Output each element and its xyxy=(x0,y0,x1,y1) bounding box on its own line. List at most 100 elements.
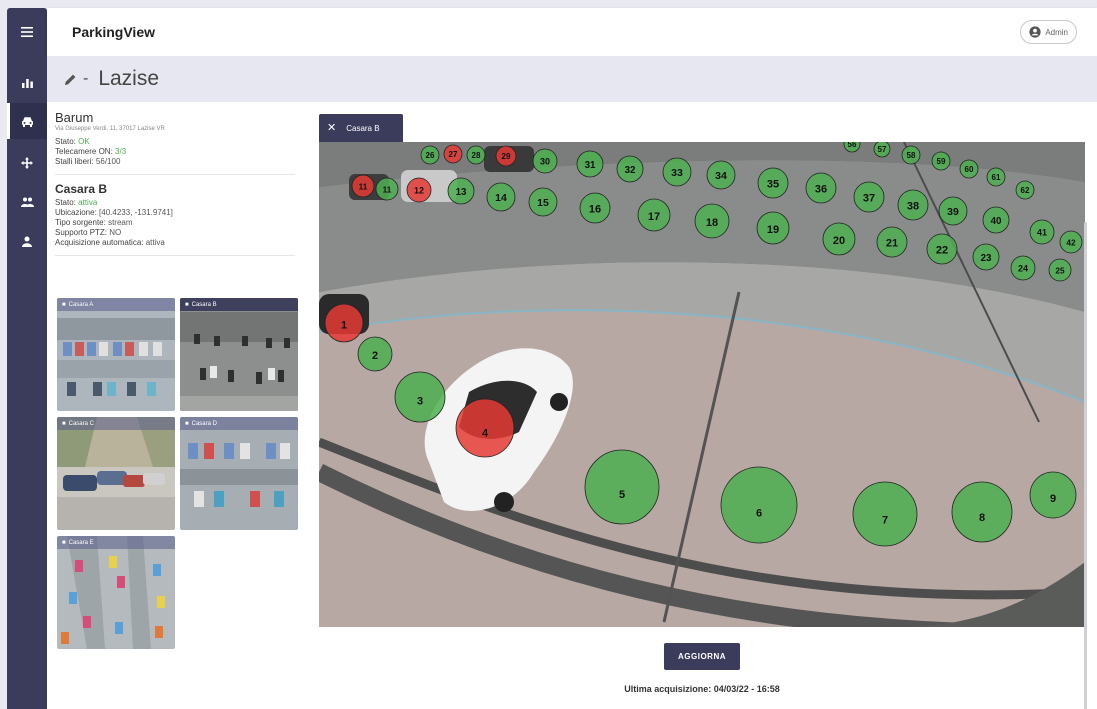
menu-icon[interactable] xyxy=(7,14,47,50)
stall-number: 60 xyxy=(965,165,974,174)
stall-number: 16 xyxy=(589,204,601,216)
stall-marker-free[interactable]: 34 xyxy=(706,160,736,190)
stall-marker-free[interactable]: 35 xyxy=(757,167,789,199)
stall-marker-free[interactable]: 42 xyxy=(1059,230,1083,254)
stall-number: 24 xyxy=(1018,264,1028,274)
stall-marker-free[interactable]: 60 xyxy=(959,159,979,179)
top-app-bar: ParkingView Admin xyxy=(47,8,1097,56)
stall-marker-free[interactable]: 31 xyxy=(576,150,604,178)
scrollbar[interactable] xyxy=(1084,222,1087,709)
person-icon[interactable] xyxy=(7,223,47,259)
camera-thumbnail[interactable]: ■ Casara A xyxy=(57,298,175,411)
camera-thumbnail[interactable]: ■ Casara D xyxy=(180,417,298,530)
stall-marker-free[interactable]: 30 xyxy=(532,148,558,174)
stall-number: 42 xyxy=(1066,238,1076,247)
stall-marker-free[interactable]: 21 xyxy=(876,226,908,258)
app-title: ParkingView xyxy=(72,24,156,40)
camera-thumbnail[interactable]: ■ Casara C xyxy=(57,417,175,530)
stall-marker-free[interactable]: 25 xyxy=(1048,258,1072,282)
stall-marker-free[interactable]: 3 xyxy=(394,371,446,423)
stall-number: 30 xyxy=(540,157,550,167)
stall-marker-free[interactable]: 23 xyxy=(972,243,1000,271)
stall-marker-free[interactable]: 20 xyxy=(822,222,856,256)
thumbnail-image xyxy=(57,298,175,411)
stall-marker-free[interactable]: 26 xyxy=(420,145,440,165)
stall-marker-free[interactable]: 2 xyxy=(357,336,393,372)
stall-marker-free[interactable]: 11 xyxy=(375,177,399,201)
car-icon[interactable] xyxy=(7,103,47,139)
site-status: Stato: OK xyxy=(55,137,90,146)
stall-marker-occupied[interactable]: 4 xyxy=(455,398,515,458)
camera-frame: 1234567 8911 11 12 13 14 151617181920 21222324 2… xyxy=(319,142,1085,627)
stall-marker-free[interactable]: 32 xyxy=(616,155,644,183)
stall-marker-free[interactable]: 13 xyxy=(447,177,475,205)
stall-number: 34 xyxy=(715,170,727,182)
pencil-icon[interactable] xyxy=(63,72,77,86)
stall-number: 35 xyxy=(767,179,779,191)
stall-marker-free[interactable]: 40 xyxy=(982,206,1010,234)
camera-source-type: Tipo sorgente: stream xyxy=(55,218,133,227)
stall-number: 41 xyxy=(1037,228,1047,238)
stall-marker-free[interactable]: 39 xyxy=(938,196,968,226)
site-address: Via Giuseppe Verdi, 11, 37017 Lazise VR xyxy=(55,126,165,132)
stall-marker-free[interactable]: 19 xyxy=(756,211,790,245)
close-icon[interactable]: ✕ xyxy=(327,122,336,134)
stall-marker-occupied[interactable]: 1 xyxy=(324,303,364,343)
stall-number: 17 xyxy=(648,211,660,223)
move-arrows-icon[interactable] xyxy=(7,145,47,181)
stall-marker-free[interactable]: 6 xyxy=(720,466,798,544)
stall-number: 26 xyxy=(426,151,435,160)
stall-marker-free[interactable]: 5 xyxy=(584,449,660,525)
refresh-button[interactable]: AGGIORNA xyxy=(664,643,740,670)
tab-label: Casara B xyxy=(346,123,380,133)
stall-marker-free[interactable]: 7 xyxy=(852,481,918,547)
stall-marker-free[interactable]: 41 xyxy=(1029,219,1055,245)
stall-marker-free[interactable]: 24 xyxy=(1010,255,1036,281)
stall-marker-free[interactable]: 59 xyxy=(931,151,951,171)
stall-number: 62 xyxy=(1021,186,1030,195)
stall-number: 20 xyxy=(833,235,845,247)
stall-number: 12 xyxy=(414,186,424,196)
user-menu-button[interactable]: Admin xyxy=(1020,20,1077,44)
thumbnail-image xyxy=(180,298,298,411)
stall-marker-occupied[interactable]: 11 xyxy=(351,174,375,198)
stall-number: 58 xyxy=(907,151,916,160)
camera-thumbnail[interactable]: ■ Casara E xyxy=(57,536,175,649)
stall-marker-free[interactable]: 33 xyxy=(662,157,692,187)
title-separator: - xyxy=(83,70,89,87)
stall-marker-free[interactable]: 28 xyxy=(466,145,486,165)
people-icon[interactable] xyxy=(7,184,47,220)
stall-marker-occupied[interactable]: 29 xyxy=(495,145,517,167)
stall-marker-free[interactable]: 8 xyxy=(951,481,1013,543)
stall-marker-free[interactable]: 22 xyxy=(926,233,958,265)
stall-number: 4 xyxy=(482,428,489,440)
stall-marker-free[interactable]: 58 xyxy=(901,145,921,165)
camera-auto-acquisition: Acquisizione automatica: attiva xyxy=(55,238,165,247)
thumbnail-label: Casara A xyxy=(68,301,94,308)
stall-marker-free[interactable]: 36 xyxy=(805,172,837,204)
bar-chart-icon[interactable] xyxy=(7,65,47,101)
stall-marker-free[interactable]: 14 xyxy=(486,182,516,212)
stall-marker-free[interactable]: 18 xyxy=(694,203,730,239)
tab-camera-view[interactable]: ✕ Casara B xyxy=(319,114,403,142)
stall-marker-free[interactable]: 16 xyxy=(579,192,611,224)
stall-marker-free[interactable]: 15 xyxy=(528,187,558,217)
stall-marker-free[interactable]: 57 xyxy=(873,142,891,158)
thumbnail-label: Casara C xyxy=(68,420,94,427)
thumbnail-label: Casara B xyxy=(191,301,217,308)
stall-marker-occupied[interactable]: 12 xyxy=(406,177,432,203)
stall-marker-free[interactable]: 17 xyxy=(637,198,671,232)
stall-marker-free[interactable]: 9 xyxy=(1029,471,1077,519)
stall-marker-free[interactable]: 38 xyxy=(897,189,929,221)
stall-number: 31 xyxy=(585,160,596,171)
stall-number: 1 xyxy=(341,320,347,332)
stall-circle xyxy=(584,449,660,525)
stall-marker-occupied[interactable]: 27 xyxy=(443,144,463,164)
stall-number: 14 xyxy=(495,192,507,204)
camera-view[interactable]: 1 2 3 4 5 6 7 8 9 11 11 12 13 14 15 16 17 18 19 20 21 22 23 24 2… xyxy=(319,142,1085,627)
camera-thumbnail-selected[interactable]: ■ Casara B xyxy=(180,298,298,411)
stall-marker-free[interactable]: 37 xyxy=(853,181,885,213)
thumbnail-label: Casara D xyxy=(191,420,217,427)
stall-marker-free[interactable]: 62 xyxy=(1015,180,1035,200)
stall-marker-free[interactable]: 61 xyxy=(986,167,1006,187)
